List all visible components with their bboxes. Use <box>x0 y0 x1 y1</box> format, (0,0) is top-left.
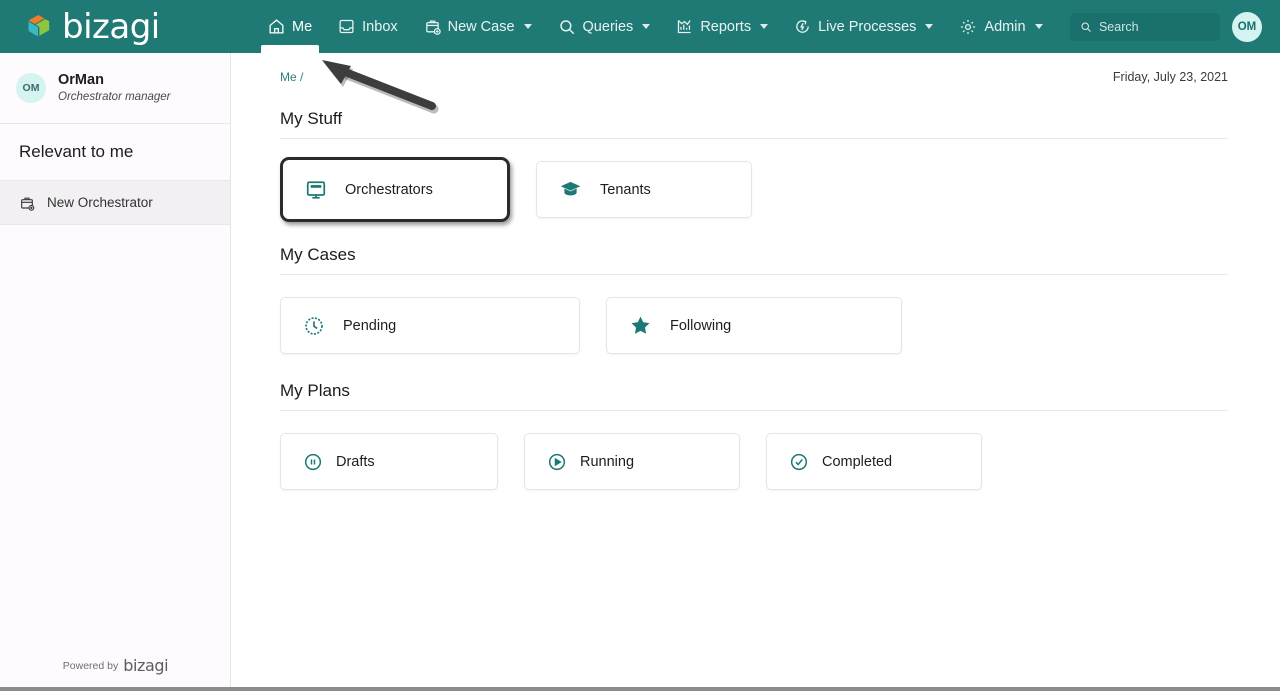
search-input[interactable] <box>1098 19 1210 34</box>
search-icon <box>559 19 574 34</box>
nav-item-me-label: Me <box>292 18 313 35</box>
pause-circle-icon <box>304 453 322 470</box>
nav-item-reports-label: Reports <box>700 18 752 35</box>
card-running[interactable]: Running <box>524 433 740 490</box>
chevron-down-icon <box>1034 24 1043 29</box>
card-orchestrators[interactable]: Orchestrators <box>280 157 510 222</box>
nav-item-queries-label: Queries <box>582 18 634 35</box>
check-circle-icon <box>790 453 808 470</box>
card-label: Running <box>580 453 635 470</box>
nav-item-inbox[interactable]: Inbox <box>325 0 410 53</box>
bottom-scrollbar[interactable] <box>0 687 1280 691</box>
graduation-cap-icon <box>560 181 581 196</box>
sidebar-user-block[interactable]: OM OrMan Orchestrator manager <box>0 53 230 124</box>
powered-by-footer: Powered by bizagi <box>0 656 231 675</box>
card-label: Orchestrators <box>345 181 433 198</box>
card-label: Tenants <box>600 181 651 198</box>
chevron-down-icon <box>925 24 934 29</box>
chevron-down-icon <box>760 24 769 29</box>
card-row-my-cases: Pending Following <box>231 275 1280 354</box>
header-right-group: OM <box>1070 11 1280 42</box>
card-completed[interactable]: Completed <box>766 433 982 490</box>
section-my-stuff: My Stuff Orchestrators Tenants <box>231 109 1280 222</box>
briefcase-plus-icon <box>21 197 35 211</box>
play-circle-icon <box>548 453 566 470</box>
search-icon <box>1081 21 1091 32</box>
nav-item-inbox-label: Inbox <box>362 18 398 35</box>
section-my-cases: My Cases Pending Following <box>231 245 1280 354</box>
nav-item-new-case-label: New Case <box>447 18 515 35</box>
live-processes-icon <box>796 20 809 33</box>
user-avatar-button[interactable]: OM <box>1232 11 1262 42</box>
main-content: Me / Friday, July 23, 2021 My Stuff Orch… <box>231 53 1280 688</box>
section-title: My Stuff <box>280 109 343 128</box>
card-row-my-plans: Drafts Running Completed <box>231 411 1280 490</box>
chevron-down-icon <box>642 24 651 29</box>
card-pending[interactable]: Pending <box>280 297 580 354</box>
nav-item-me[interactable]: Me <box>255 0 325 53</box>
brand-name: bizagi <box>62 6 160 47</box>
card-label: Pending <box>343 317 397 334</box>
global-search[interactable] <box>1070 12 1220 41</box>
left-sidebar: OM OrMan Orchestrator manager Relevant t… <box>0 53 231 688</box>
reports-chart-icon <box>678 20 691 34</box>
chevron-down-icon <box>523 24 532 29</box>
section-my-plans: My Plans Drafts Running Completed <box>231 381 1280 490</box>
top-header: bizagi Me Inbox New Case Queries Reports… <box>0 0 1280 53</box>
sidebar-item-new-orchestrator[interactable]: New Orchestrator <box>0 181 230 225</box>
card-row-my-stuff: Orchestrators Tenants <box>231 139 1280 222</box>
monitor-icon <box>306 180 326 199</box>
nav-item-queries[interactable]: Queries <box>545 0 664 53</box>
card-label: Drafts <box>336 453 375 470</box>
nav-item-live-processes-label: Live Processes <box>818 18 917 35</box>
gear-icon <box>961 19 976 34</box>
brand-logo[interactable]: bizagi <box>0 0 231 53</box>
breadcrumb[interactable]: Me / <box>280 70 303 84</box>
breadcrumb-row: Me / Friday, July 23, 2021 <box>231 53 1280 84</box>
sidebar-item-label: New Orchestrator <box>47 195 153 210</box>
star-icon <box>631 316 650 334</box>
user-name: OrMan <box>58 72 104 89</box>
card-following[interactable]: Following <box>606 297 902 354</box>
card-label: Following <box>670 317 732 334</box>
powered-by-label: Powered by <box>62 659 119 672</box>
section-title: My Plans <box>280 381 350 400</box>
home-icon <box>269 19 284 34</box>
nav-item-reports[interactable]: Reports <box>663 0 781 53</box>
nav-item-admin[interactable]: Admin <box>946 0 1055 53</box>
user-role: Orchestrator manager <box>58 90 171 103</box>
inbox-icon <box>339 19 354 34</box>
nav-item-admin-label: Admin <box>984 18 1026 35</box>
current-date: Friday, July 23, 2021 <box>1112 70 1228 84</box>
section-title: My Cases <box>280 245 356 264</box>
nav-item-live-processes[interactable]: Live Processes <box>781 0 946 53</box>
powered-by-brand: bizagi <box>123 656 169 675</box>
card-drafts[interactable]: Drafts <box>280 433 498 490</box>
bizagi-cube-logo-icon <box>24 9 54 44</box>
card-label: Completed <box>822 453 893 470</box>
avatar: OM <box>16 73 46 103</box>
clock-icon <box>305 316 323 335</box>
new-case-icon <box>425 20 441 35</box>
sidebar-heading: Relevant to me <box>0 124 230 181</box>
card-tenants[interactable]: Tenants <box>536 161 752 218</box>
nav-item-new-case[interactable]: New Case <box>411 0 545 53</box>
main-nav: Me Inbox New Case Queries Reports Live P… <box>255 0 1056 53</box>
